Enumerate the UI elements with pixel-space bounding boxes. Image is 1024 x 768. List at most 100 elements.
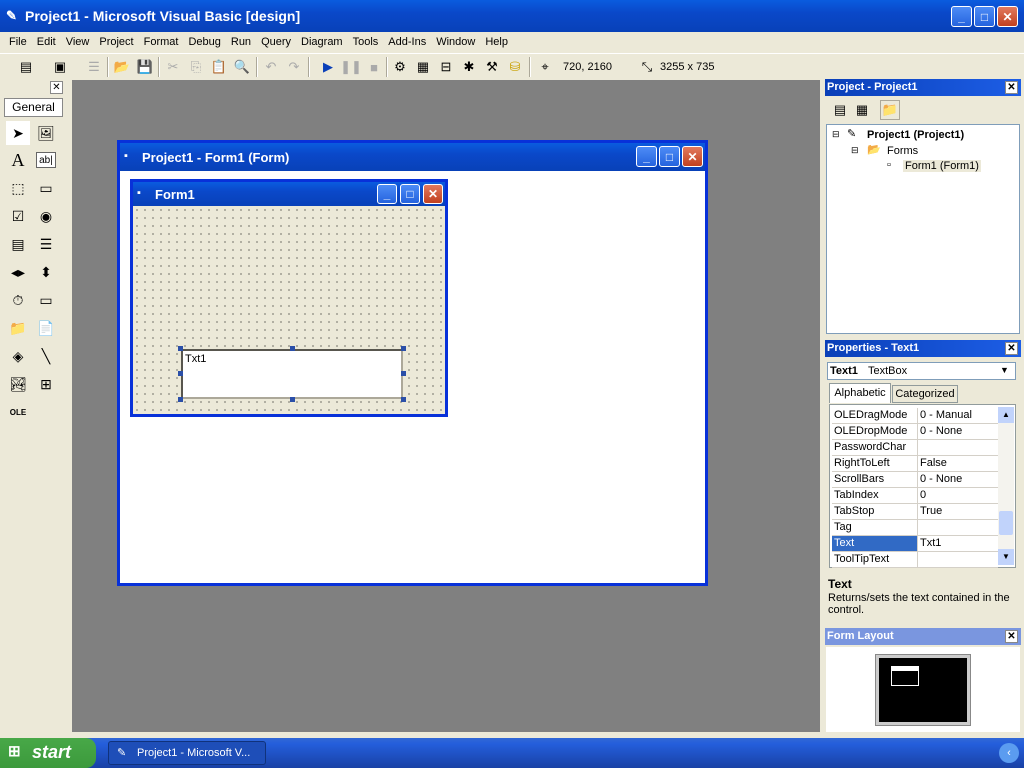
form-layout-icon[interactable]: ⊟ [436,57,456,77]
property-row[interactable]: Tag [832,520,998,536]
menu-run[interactable]: Run [226,32,256,52]
tree-form1[interactable]: Form1 (Form1) [903,160,981,172]
resize-handle[interactable] [401,397,406,402]
property-value[interactable]: 0 [920,489,926,501]
object-browser-icon[interactable]: ✱ [459,57,479,77]
resize-handle[interactable] [290,397,295,402]
menu-window[interactable]: Window [431,32,480,52]
object-selector[interactable]: Text1 TextBox ▼ [827,362,1016,380]
scroll-thumb[interactable] [999,511,1013,535]
properties-window-icon[interactable]: ▦ [413,57,433,77]
menu-edit[interactable]: Edit [32,32,61,52]
save-icon[interactable]: 💾 [135,57,155,77]
copy-icon[interactable]: ⎘ [186,57,206,77]
resize-handle[interactable] [178,397,183,402]
designer-minimize-button[interactable]: _ [636,146,657,167]
minimize-button[interactable]: _ [951,6,972,27]
data-tool-icon[interactable]: ⊞ [34,372,58,396]
resize-handle[interactable] [178,346,183,351]
form1-maximize-button[interactable]: □ [400,184,420,204]
menu-debug[interactable]: Debug [183,32,225,52]
property-value[interactable]: 0 - None [920,425,962,437]
menu-tools[interactable]: Tools [348,32,384,52]
start-button[interactable]: ⊞ start [0,738,96,768]
tray-expand-icon[interactable]: ‹ [999,743,1019,763]
form1-close-button[interactable]: ✕ [423,184,443,204]
tree-forms-folder[interactable]: Forms [887,145,918,157]
property-row[interactable]: TabIndex 0 [832,488,998,504]
add-form-icon[interactable]: ▣ [50,57,70,77]
resize-handle[interactable] [178,371,183,376]
undo-icon[interactable]: ↶ [261,57,281,77]
property-row[interactable]: ScrollBars 0 - None [832,472,998,488]
resize-handle[interactable] [401,371,406,376]
find-icon[interactable]: 🔍 [232,57,252,77]
commandbutton-tool-icon[interactable]: ▭ [34,176,58,200]
property-row[interactable]: PasswordChar [832,440,998,456]
tree-expander-icon[interactable]: ⊟ [832,129,840,140]
property-value[interactable]: True [920,505,942,517]
form-layout-close-icon[interactable]: ✕ [1005,630,1018,643]
properties-close-icon[interactable]: ✕ [1005,342,1018,355]
label-tool-icon[interactable]: A [6,148,30,172]
scroll-up-icon[interactable]: ▲ [998,407,1014,423]
tab-alphabetic[interactable]: Alphabetic [829,383,891,403]
filelistbox-tool-icon[interactable]: 📄 [34,316,58,340]
text1-textbox[interactable]: Txt1 [181,349,403,399]
checkbox-tool-icon[interactable]: ☑ [6,204,30,228]
property-row[interactable]: Text Txt1 [832,536,998,552]
menu-diagram[interactable]: Diagram [296,32,348,52]
drivelistbox-tool-icon[interactable]: ▭ [34,288,58,312]
textbox-tool-icon[interactable]: ab| [36,152,56,168]
timer-tool-icon[interactable]: ⏱ [6,288,30,312]
line-tool-icon[interactable]: ╲ [34,344,58,368]
designer-maximize-button[interactable]: □ [659,146,680,167]
form1-window[interactable]: ▪ Form1 _ □ ✕ Txt1 [130,179,448,417]
cut-icon[interactable]: ✂ [163,57,183,77]
tree-project-root[interactable]: Project1 (Project1) [867,129,964,141]
dirlistbox-tool-icon[interactable]: 📁 [6,316,30,340]
toolbox-close-icon[interactable]: ✕ [50,81,63,94]
pause-icon[interactable]: ❚❚ [340,57,362,77]
resize-handle[interactable] [401,346,406,351]
frame-tool-icon[interactable]: ⬚ [6,176,30,200]
menu-file[interactable]: File [4,32,32,52]
property-value[interactable]: 0 - Manual [920,409,972,421]
resize-handle[interactable] [290,346,295,351]
hscrollbar-tool-icon[interactable]: ◂▸ [6,260,30,284]
form-position-preview[interactable] [891,666,919,686]
menu-format[interactable]: Format [139,32,184,52]
add-project-icon[interactable]: ▤ [16,57,36,77]
menu-editor-icon[interactable]: ☰ [84,57,104,77]
tab-categorized[interactable]: Categorized [892,385,958,403]
project-explorer-icon[interactable]: ⚙ [390,57,410,77]
image-tool-icon[interactable]: 🏞 [6,372,30,396]
view-code-icon[interactable]: ▤ [830,100,850,120]
menu-view[interactable]: View [61,32,95,52]
maximize-button[interactable]: □ [974,6,995,27]
designer-close-button[interactable]: ✕ [682,146,703,167]
menu-addins[interactable]: Add-Ins [383,32,431,52]
chevron-down-icon[interactable]: ▼ [1000,365,1009,375]
form1-minimize-button[interactable]: _ [377,184,397,204]
taskbar-item-vb[interactable]: ✎ Project1 - Microsoft V... [108,741,266,765]
property-row[interactable]: OLEDropMode 0 - None [832,424,998,440]
tree-expander-icon[interactable]: ⊟ [851,145,859,156]
property-value[interactable]: Txt1 [920,537,941,549]
picturebox-tool-icon[interactable]: 🖼 [34,121,58,145]
ole-tool-icon[interactable]: OLE [6,400,30,424]
menu-help[interactable]: Help [480,32,513,52]
pointer-tool-icon[interactable]: ➤ [6,121,30,145]
run-icon[interactable]: ▶ [318,57,338,77]
property-value[interactable]: False [920,457,947,469]
property-row[interactable]: OLEDragMode 0 - Manual [832,408,998,424]
stop-icon[interactable]: ■ [364,57,384,77]
property-row[interactable]: ToolTipText [832,552,998,568]
optionbutton-tool-icon[interactable]: ◉ [34,204,58,228]
view-object-icon[interactable]: ▦ [852,100,872,120]
close-button[interactable]: ✕ [997,6,1018,27]
data-view-icon[interactable]: ⛁ [505,57,525,77]
shape-tool-icon[interactable]: ◈ [6,344,30,368]
combobox-tool-icon[interactable]: ▤ [6,232,30,256]
form1-design-grid[interactable]: Txt1 [133,206,445,414]
